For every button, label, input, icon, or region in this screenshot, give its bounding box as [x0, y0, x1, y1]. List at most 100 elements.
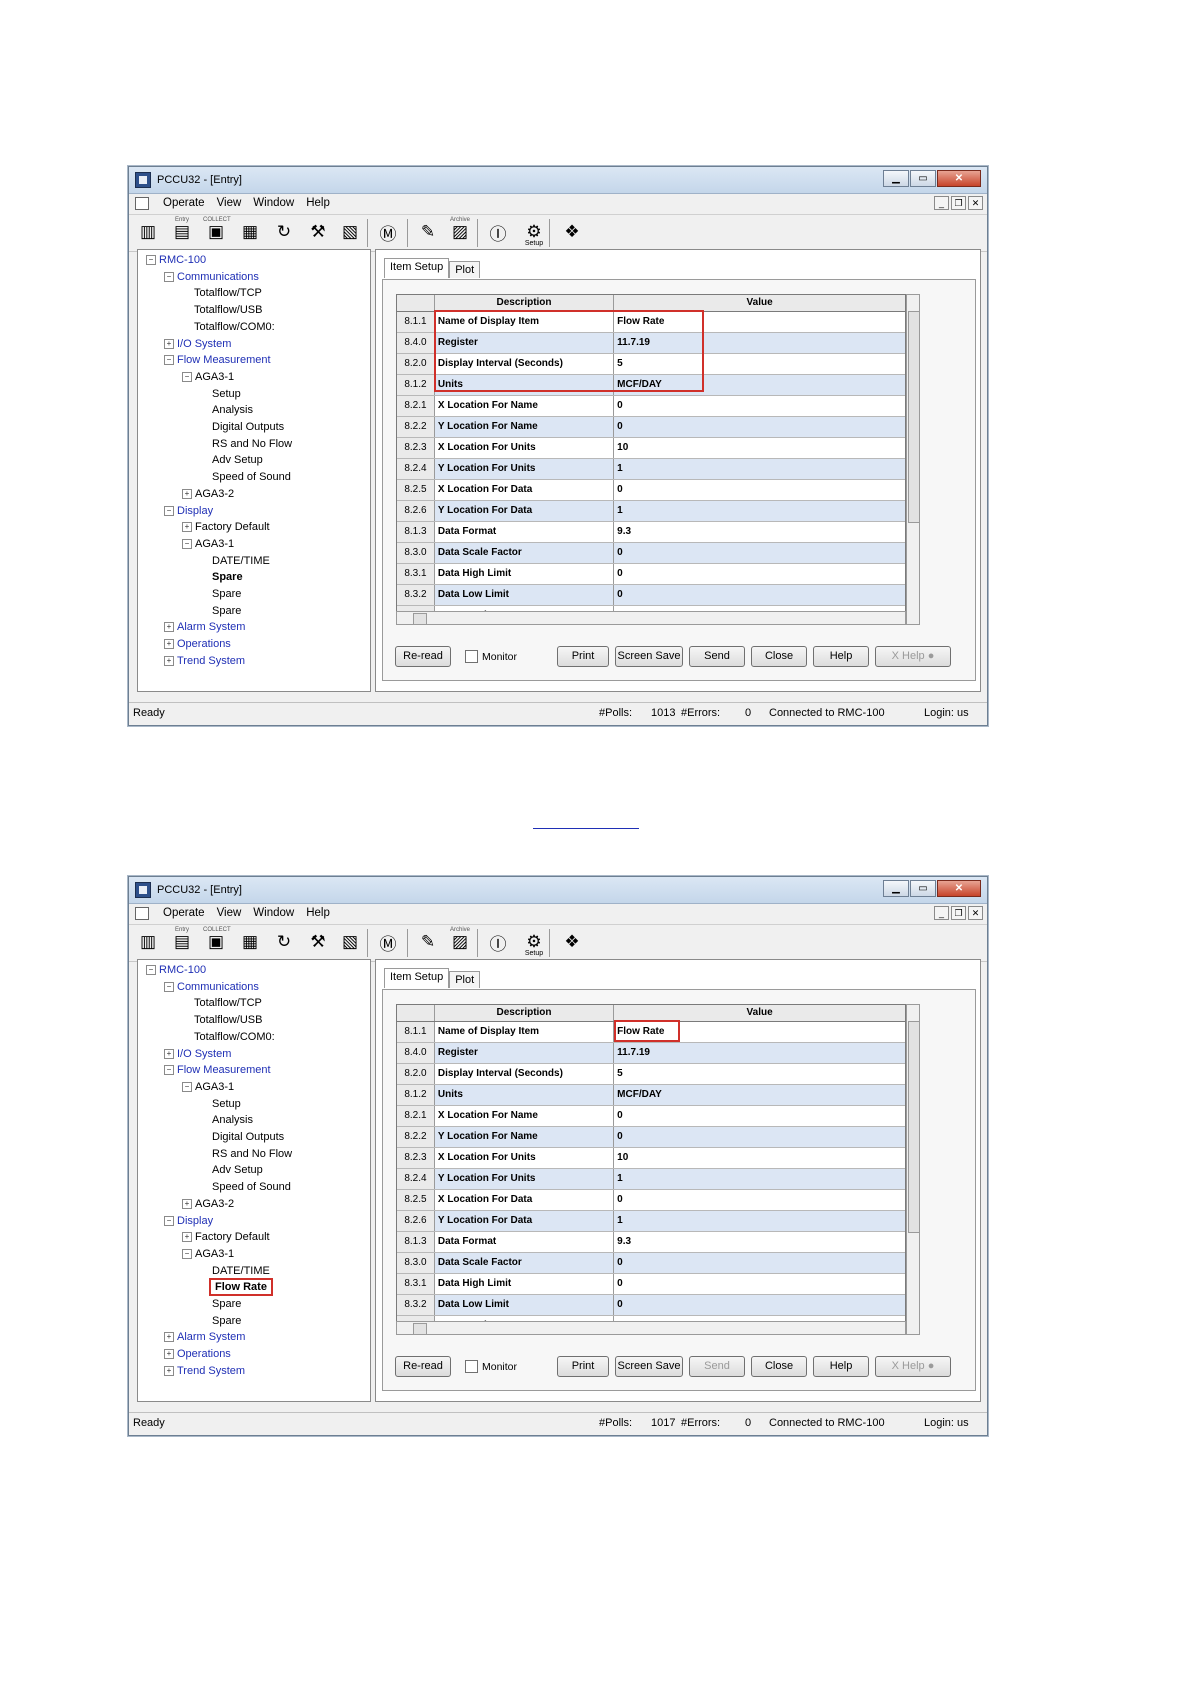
toolbar-button-archive[interactable]: ▨ Archive — [447, 927, 473, 954]
table-row[interactable]: 8.2.2 Y Location For Name 0 — [397, 1127, 905, 1148]
menu-window[interactable]: Window — [253, 197, 294, 209]
tree-item[interactable]: Totalflow/USB — [194, 302, 262, 318]
table-row[interactable]: 8.2.3 X Location For Units 10 — [397, 438, 905, 459]
tree-item[interactable]: Spare — [212, 586, 241, 602]
tree-item[interactable]: − Display — [164, 1213, 213, 1229]
row-value[interactable]: 0 — [614, 564, 905, 584]
vertical-scrollbar[interactable] — [906, 1004, 920, 1335]
row-value[interactable]: 9.3 — [614, 1232, 905, 1252]
tree-item[interactable]: + Factory Default — [182, 519, 270, 535]
toolbar-button-mb[interactable]: Ⓜ — [375, 930, 401, 954]
toolbar-button-collect[interactable]: ▣ COLLECT — [203, 927, 231, 954]
expand-icon[interactable]: + — [164, 338, 174, 349]
table-row[interactable]: 8.2.1 X Location For Name 0 — [397, 396, 905, 417]
row-value[interactable]: 1 — [614, 501, 905, 521]
table-row[interactable]: 8.1.3 Data Format 9.3 — [397, 1232, 905, 1253]
send-button[interactable]: Send — [689, 646, 745, 667]
expand-icon[interactable]: + — [164, 655, 174, 666]
tree-item[interactable]: − AGA3-1 — [182, 536, 234, 552]
print-button[interactable]: Print — [557, 646, 609, 667]
collapse-icon[interactable]: − — [182, 371, 192, 382]
row-value[interactable]: 0 — [614, 396, 905, 416]
table-row[interactable]: 8.4.0 Register 11.7.19 — [397, 333, 905, 354]
expand-icon[interactable]: + — [164, 1365, 174, 1376]
table-row[interactable]: 8.3.0 Data Scale Factor 0 — [397, 1253, 905, 1274]
toolbar-button-entry[interactable]: ▥ — [135, 220, 161, 244]
collapse-icon[interactable]: − — [164, 505, 174, 516]
table-row[interactable]: 8.3.1 Data High Limit 0 — [397, 564, 905, 585]
minimize-button[interactable]: ▁ — [883, 170, 909, 187]
table-row[interactable]: 8.1.1 Name of Display Item Flow Rate — [397, 312, 905, 333]
expand-icon[interactable]: + — [182, 1232, 192, 1243]
mdi-restore-button[interactable]: ❐ — [951, 906, 966, 920]
table-row[interactable]: 8.3.1 Data High Limit 0 — [397, 1274, 905, 1295]
horizontal-scrollbar[interactable] — [396, 611, 906, 625]
expand-icon[interactable]: + — [164, 1048, 174, 1059]
tree-item[interactable]: RS and No Flow — [212, 1146, 292, 1162]
mdi-restore-button[interactable]: ❐ — [951, 196, 966, 210]
collapse-icon[interactable]: − — [146, 255, 156, 266]
toolbar-button-tools[interactable]: ⚒ — [305, 220, 331, 244]
table-row[interactable]: 8.2.5 X Location For Data 0 — [397, 480, 905, 501]
menu-view[interactable]: View — [217, 907, 242, 919]
tree-item[interactable]: Adv Setup — [212, 452, 263, 468]
vertical-scrollbar[interactable] — [906, 294, 920, 625]
tree-item[interactable]: + AGA3-2 — [182, 486, 234, 502]
help-button[interactable]: Help — [813, 1356, 869, 1377]
table-row[interactable]: 8.2.5 X Location For Data 0 — [397, 1190, 905, 1211]
collapse-icon[interactable]: − — [164, 1065, 174, 1076]
table-row[interactable]: 8.2.1 X Location For Name 0 — [397, 1106, 905, 1127]
document-icon[interactable] — [135, 197, 149, 210]
row-value[interactable]: Flow Rate — [614, 1022, 905, 1042]
toolbar-button-setup[interactable]: ⚙ Setup — [521, 930, 547, 957]
expand-icon[interactable]: + — [182, 1198, 192, 1209]
toolbar-button-mb[interactable]: Ⓜ — [375, 220, 401, 244]
tree-item[interactable]: Flow Rate — [209, 1278, 273, 1297]
menu-window[interactable]: Window — [253, 907, 294, 919]
monitor-checkbox[interactable]: Monitor — [465, 650, 517, 663]
row-value[interactable]: 0 — [614, 1295, 905, 1315]
tree-item[interactable]: DATE/TIME — [212, 553, 270, 569]
tree-item[interactable]: + Operations — [164, 1346, 231, 1362]
tree-item[interactable]: − RMC-100 — [146, 252, 206, 268]
expand-icon[interactable]: + — [182, 522, 192, 533]
scroll-thumb[interactable] — [413, 613, 427, 625]
toolbar-button-book[interactable]: ❖ — [559, 220, 585, 244]
minimize-button[interactable]: ▁ — [883, 880, 909, 897]
help-button[interactable]: Help — [813, 646, 869, 667]
collapse-icon[interactable]: − — [182, 538, 192, 549]
tree-item[interactable]: RS and No Flow — [212, 436, 292, 452]
tree-item[interactable]: Totalflow/TCP — [194, 995, 262, 1011]
row-value[interactable]: 11.7.19 — [614, 333, 905, 353]
tree-item[interactable]: Digital Outputs — [212, 1129, 284, 1145]
tree-item[interactable]: Spare — [212, 1313, 241, 1329]
row-value[interactable]: 0 — [614, 1253, 905, 1273]
expand-icon[interactable]: + — [164, 1349, 174, 1360]
tree-item[interactable]: Analysis — [212, 402, 253, 418]
tree-item[interactable]: + Operations — [164, 636, 231, 652]
row-value[interactable]: 0 — [614, 543, 905, 563]
row-value[interactable]: 11.7.19 — [614, 1043, 905, 1063]
toolbar-button-pencil[interactable]: ✎ — [415, 930, 441, 954]
toolbar-button-book[interactable]: ❖ — [559, 930, 585, 954]
menu-operate[interactable]: Operate — [163, 197, 205, 209]
tree-item[interactable]: + Alarm System — [164, 1329, 245, 1345]
scroll-thumb[interactable] — [908, 311, 920, 523]
row-value[interactable]: Flow Rate — [614, 312, 905, 332]
toolbar-button-archive[interactable]: ▨ Archive — [447, 217, 473, 244]
xhelp-button[interactable]: X Help ● — [875, 646, 951, 667]
tree-item[interactable]: Spare — [212, 569, 243, 585]
screen-save-button[interactable]: Screen Save — [615, 646, 683, 667]
screen-save-button[interactable]: Screen Save — [615, 1356, 683, 1377]
maximize-button[interactable]: ▭ — [910, 880, 936, 897]
row-value[interactable]: 1 — [614, 459, 905, 479]
tree-item[interactable]: Totalflow/TCP — [194, 285, 262, 301]
tree-item[interactable]: − Flow Measurement — [164, 1062, 271, 1078]
table-row[interactable]: 8.1.1 Name of Display Item Flow Rate — [397, 1022, 905, 1043]
tree-item[interactable]: DATE/TIME — [212, 1263, 270, 1279]
tree-item[interactable]: − RMC-100 — [146, 962, 206, 978]
close-window-button[interactable]: ✕ — [937, 170, 981, 187]
table-row[interactable]: 8.1.3 Data Format 9.3 — [397, 522, 905, 543]
toolbar-button-entry-form[interactable]: ▤ Entry — [169, 217, 195, 244]
menu-view[interactable]: View — [217, 197, 242, 209]
